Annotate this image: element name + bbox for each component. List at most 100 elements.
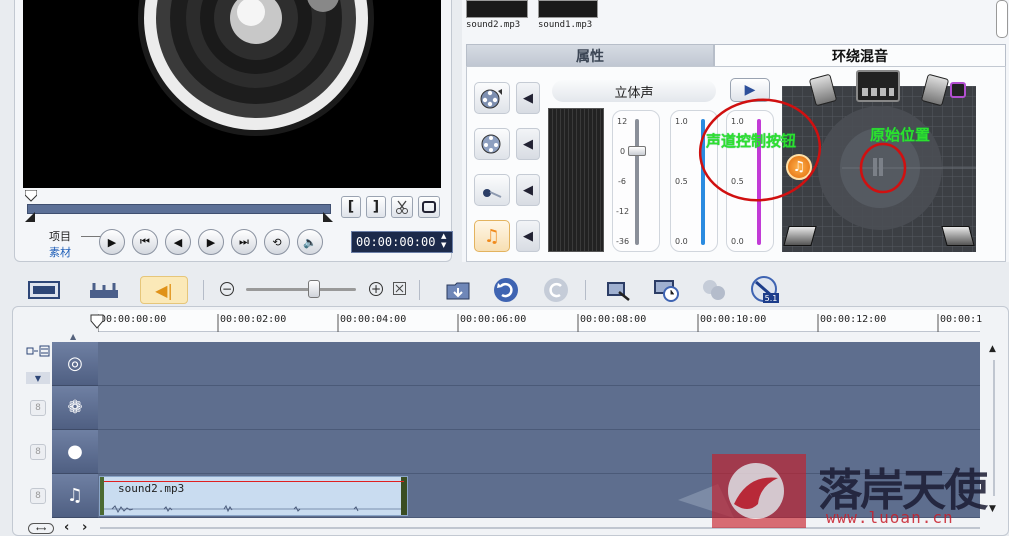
center-speaker-icon[interactable] bbox=[856, 70, 900, 102]
scroll-left-button[interactable]: ‹ bbox=[64, 520, 69, 535]
surround-5-1-button[interactable]: 5.1 bbox=[748, 276, 782, 304]
undo-button[interactable] bbox=[490, 276, 522, 304]
overlay-reel-icon bbox=[481, 134, 501, 154]
watermark: 落岸天使 www.luoan.cn bbox=[678, 448, 1009, 536]
music-track-header[interactable]: ♫ bbox=[52, 474, 98, 518]
chapter-point-button[interactable] bbox=[650, 276, 682, 304]
music-note-icon: ♫ bbox=[66, 485, 84, 506]
overlay-track[interactable] bbox=[98, 386, 980, 430]
music-track-volume[interactable]: ◀ bbox=[516, 220, 540, 252]
ruler-label: 00:00:1 bbox=[940, 314, 983, 325]
mark-in-button[interactable]: [ bbox=[341, 196, 361, 218]
timeline-fit-button[interactable]: ⟷ bbox=[28, 523, 54, 534]
previous-frame-button[interactable]: ◀ bbox=[165, 229, 191, 255]
voice-track-select[interactable] bbox=[474, 174, 510, 206]
repeat-button[interactable]: ⟲ bbox=[264, 229, 290, 255]
speaker-icon: ◀ bbox=[523, 182, 533, 198]
annotation-circle-left bbox=[698, 98, 822, 202]
rear-right-speaker-icon[interactable] bbox=[941, 226, 975, 246]
library-clip-label: sound2.mp3 bbox=[466, 20, 521, 30]
svg-text:5.1: 5.1 bbox=[765, 294, 778, 303]
video-track-select[interactable] bbox=[474, 82, 510, 114]
video-track-volume[interactable]: ◀ bbox=[516, 82, 540, 114]
volume-slider-thumb[interactable] bbox=[628, 146, 646, 156]
timeline-view-button[interactable] bbox=[80, 276, 128, 304]
audio-view-icon: ◀| bbox=[155, 280, 173, 300]
redo-icon bbox=[544, 278, 568, 302]
scroll-right-button[interactable]: › bbox=[82, 520, 87, 535]
channel-mode-display: 立体声 bbox=[552, 80, 716, 102]
preview-progress-bar[interactable] bbox=[27, 204, 331, 214]
mark-out-button[interactable]: ] bbox=[366, 196, 386, 218]
mode-project-label[interactable]: 项目 bbox=[49, 228, 71, 244]
speaker-icon: ◀ bbox=[523, 90, 533, 106]
tab-label: 属性 bbox=[576, 48, 604, 65]
timecode-spinner[interactable]: ▲ ▼ bbox=[441, 232, 451, 250]
voice-track-volume[interactable]: ◀ bbox=[516, 174, 540, 206]
audio-waveform bbox=[104, 504, 404, 514]
zoom-in-icon: + bbox=[370, 282, 382, 296]
trim-start-marker[interactable] bbox=[25, 212, 35, 222]
rear-left-speaker-icon[interactable] bbox=[783, 226, 817, 246]
ruler-label: 00:00:00:00 bbox=[100, 314, 167, 325]
track-lock[interactable]: 8 bbox=[30, 488, 46, 504]
music-clip[interactable]: sound2.mp3 bbox=[99, 476, 408, 516]
fit-to-window-button[interactable] bbox=[393, 282, 406, 295]
track-lock[interactable]: 8 bbox=[30, 400, 46, 416]
scroll-up-button[interactable]: ▲ bbox=[989, 344, 996, 354]
overlay-track-header[interactable]: ❁ bbox=[52, 386, 98, 430]
fullscreen-icon bbox=[422, 201, 436, 213]
cut-clip-button[interactable] bbox=[391, 196, 413, 218]
volume-envelope-line[interactable] bbox=[104, 481, 404, 482]
smart-proxy-button[interactable] bbox=[602, 276, 634, 304]
system-volume-button[interactable]: 🔈 bbox=[297, 229, 323, 255]
mode-clip-label[interactable]: 素材 bbox=[49, 244, 71, 260]
enlarge-preview-button[interactable] bbox=[418, 196, 440, 218]
track-list-toggle[interactable] bbox=[24, 334, 52, 368]
channel-mode-label: 立体声 bbox=[614, 85, 654, 101]
track-lock[interactable]: 8 bbox=[30, 444, 46, 460]
video-track-header[interactable]: ◎ bbox=[52, 342, 98, 386]
tab-attributes[interactable]: 属性 bbox=[466, 44, 714, 66]
library-thumb-1[interactable] bbox=[466, 0, 528, 18]
storyboard-view-button[interactable] bbox=[20, 276, 68, 304]
trim-end-marker[interactable] bbox=[323, 212, 333, 222]
library-scrollbar[interactable] bbox=[996, 0, 1008, 38]
scroll-tracks-up[interactable]: ▲ bbox=[70, 332, 76, 341]
go-to-end-button[interactable]: ⏭ bbox=[231, 229, 257, 255]
audio-view-button[interactable]: ◀| bbox=[140, 276, 188, 304]
clip-trim-handle-left[interactable] bbox=[100, 477, 104, 515]
overlay-track-select[interactable] bbox=[474, 128, 510, 160]
next-frame-button[interactable]: ▶ bbox=[198, 229, 224, 255]
clip-trim-handle-right[interactable] bbox=[401, 477, 407, 515]
playhead-marker[interactable] bbox=[90, 314, 104, 330]
track-list-icon bbox=[26, 345, 50, 357]
subwoofer-icon[interactable] bbox=[950, 82, 966, 98]
library-thumb-2[interactable] bbox=[538, 0, 598, 18]
zoom-slider-track[interactable] bbox=[246, 288, 356, 291]
zoom-in-button[interactable]: + bbox=[369, 282, 383, 296]
zoom-slider-thumb[interactable] bbox=[308, 280, 321, 298]
timecode-field[interactable]: 00:00:00:00 bbox=[351, 231, 453, 253]
insert-media-button[interactable] bbox=[442, 276, 474, 304]
zoom-out-button[interactable]: − bbox=[220, 282, 234, 296]
overlay-track-volume[interactable]: ◀ bbox=[516, 128, 540, 160]
film-reel-icon: ◎ bbox=[67, 353, 83, 374]
scale-label: 1.0 bbox=[675, 117, 688, 126]
scale-label: 0.0 bbox=[731, 237, 744, 246]
music-track-select[interactable]: ♫ bbox=[474, 220, 510, 252]
go-to-start-button[interactable]: ⏮ bbox=[132, 229, 158, 255]
scale-label: 12 bbox=[617, 117, 628, 126]
video-track[interactable] bbox=[98, 342, 980, 386]
scale-label: 0.0 bbox=[675, 237, 688, 246]
voice-track-header[interactable]: ● bbox=[52, 430, 98, 474]
scale-label: -6 bbox=[618, 177, 626, 186]
scrubber-handle[interactable] bbox=[24, 189, 38, 202]
timeline-ruler[interactable]: 00:00:00:00 00:00:02:00 00:00:04:00 00:0… bbox=[97, 310, 983, 332]
collapse-tracks-button[interactable]: ▼ bbox=[26, 372, 50, 384]
play-button[interactable]: ▶ bbox=[99, 229, 125, 255]
volume-slider[interactable]: 12 0 -6 -12 -36 bbox=[612, 110, 660, 252]
tab-surround-mix[interactable]: 环绕混音 bbox=[714, 44, 1006, 66]
track-manager-button[interactable] bbox=[698, 276, 730, 304]
redo-button[interactable] bbox=[540, 276, 572, 304]
